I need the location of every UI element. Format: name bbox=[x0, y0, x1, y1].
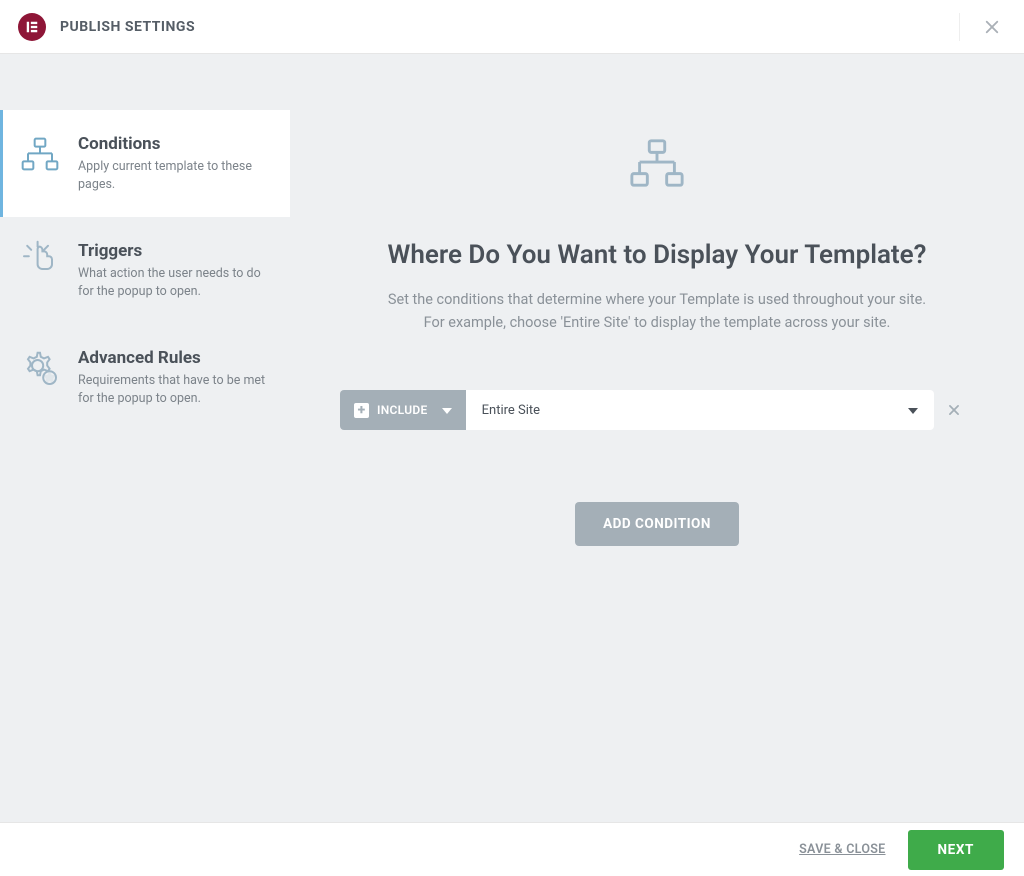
header-left: PUBLISH SETTINGS bbox=[18, 13, 195, 41]
condition-select[interactable]: Entire Site bbox=[466, 390, 934, 430]
include-dropdown[interactable]: + INCLUDE bbox=[340, 390, 466, 430]
sidebar: Conditions Apply current template to the… bbox=[0, 54, 290, 822]
next-button[interactable]: NEXT bbox=[908, 830, 1004, 870]
main-heading: Where Do You Want to Display Your Templa… bbox=[330, 240, 984, 270]
condition-row: + INCLUDE Entire Site bbox=[340, 390, 974, 430]
sidebar-text: Triggers What action the user needs to d… bbox=[78, 241, 270, 300]
sidebar-item-advanced-rules[interactable]: Advanced Rules Requirements that have to… bbox=[0, 324, 290, 431]
main-subtext: Set the conditions that determine where … bbox=[330, 288, 984, 334]
sidebar-text: Advanced Rules Requirements that have to… bbox=[78, 348, 270, 407]
body: Conditions Apply current template to the… bbox=[0, 54, 1024, 822]
elementor-logo bbox=[18, 13, 46, 41]
sidebar-item-desc: Requirements that have to be met for the… bbox=[78, 372, 270, 407]
sidebar-item-title: Triggers bbox=[78, 241, 270, 261]
sidebar-item-desc: Apply current template to these pages. bbox=[78, 158, 270, 193]
sidebar-item-triggers[interactable]: Triggers What action the user needs to d… bbox=[0, 217, 290, 324]
triggers-icon bbox=[20, 241, 60, 281]
include-label: INCLUDE bbox=[377, 403, 428, 417]
close-icon bbox=[983, 18, 1001, 36]
conditions-icon bbox=[20, 134, 60, 174]
header: PUBLISH SETTINGS bbox=[0, 0, 1024, 54]
add-condition-button[interactable]: ADD CONDITION bbox=[575, 502, 739, 546]
chevron-down-icon bbox=[442, 403, 452, 417]
close-icon bbox=[947, 403, 961, 417]
plus-icon: + bbox=[354, 403, 369, 418]
footer: SAVE & CLOSE NEXT bbox=[0, 822, 1024, 876]
condition-value: Entire Site bbox=[482, 403, 540, 418]
header-title: PUBLISH SETTINGS bbox=[60, 19, 195, 35]
save-and-close-link[interactable]: SAVE & CLOSE bbox=[799, 842, 885, 857]
close-button[interactable] bbox=[959, 13, 1006, 41]
advanced-rules-icon bbox=[20, 348, 60, 388]
sidebar-item-conditions[interactable]: Conditions Apply current template to the… bbox=[0, 110, 290, 217]
remove-condition-button[interactable] bbox=[934, 390, 974, 430]
sidebar-item-title: Conditions bbox=[78, 134, 270, 154]
sidebar-item-desc: What action the user needs to do for the… bbox=[78, 265, 270, 300]
main-panel: Where Do You Want to Display Your Templa… bbox=[290, 54, 1024, 822]
sidebar-text: Conditions Apply current template to the… bbox=[78, 134, 270, 193]
hierarchy-icon bbox=[330, 138, 984, 188]
sidebar-item-title: Advanced Rules bbox=[78, 348, 270, 368]
chevron-down-icon bbox=[908, 403, 918, 418]
